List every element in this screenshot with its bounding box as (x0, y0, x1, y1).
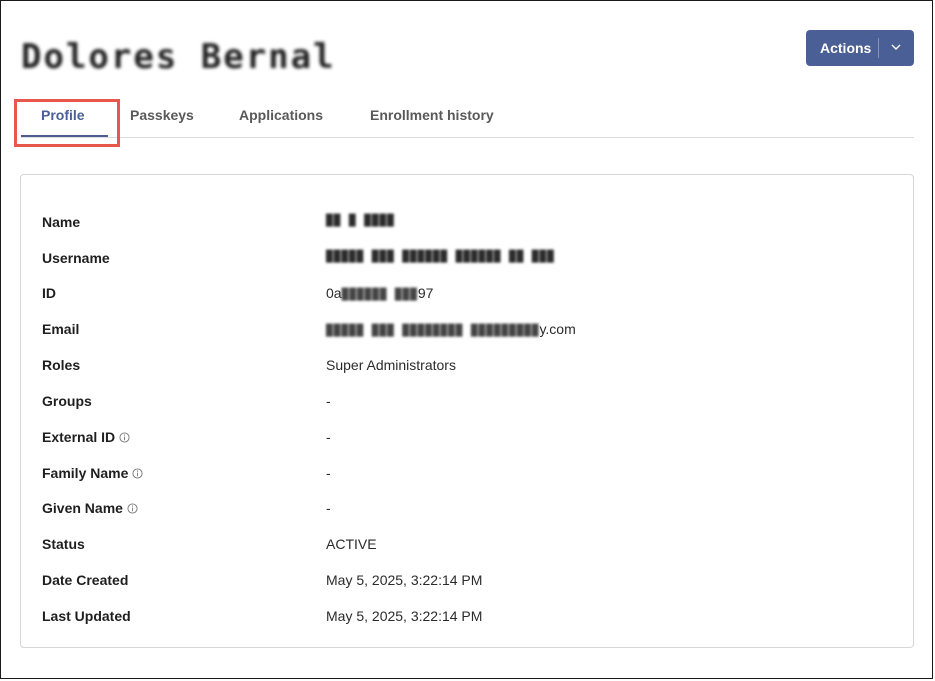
field-label: Status (42, 536, 85, 552)
field-label: Last Updated (42, 608, 131, 624)
tab-passkeys[interactable]: Passkeys (130, 107, 194, 123)
info-icon[interactable] (132, 467, 143, 479)
button-divider (878, 38, 879, 58)
row-last-updated: Last Updated May 5, 2025, 3:22:14 PM (42, 608, 892, 628)
profile-card: Name ██ █ ████ Username █████ ███ ██████… (20, 174, 914, 648)
field-label: ID (42, 285, 56, 301)
chevron-down-icon (891, 44, 901, 50)
window-frame: Dolores Bernal Actions Profile Passkeys … (0, 0, 933, 679)
row-id: ID 0a██████ ███97 (42, 285, 892, 305)
field-value: █████ ███ ██████ ██████ ██ ███ (326, 250, 555, 263)
field-label-wrap: External ID (42, 429, 130, 445)
row-family-name: Family Name - (42, 465, 892, 485)
actions-label: Actions (820, 40, 872, 56)
field-label: Date Created (42, 572, 129, 588)
row-name: Name ██ █ ████ (42, 214, 892, 234)
row-external-id: External ID - (42, 429, 892, 449)
field-label-wrap: Family Name (42, 465, 143, 481)
field-value: - (326, 465, 331, 481)
id-prefix: 0a (326, 285, 342, 301)
actions-button[interactable]: Actions (806, 30, 914, 66)
row-email: Email █████ ███ ████████ █████████y.com (42, 321, 892, 341)
field-label: Given Name (42, 500, 123, 516)
field-value: Super Administrators (326, 357, 456, 373)
field-value: May 5, 2025, 3:22:14 PM (326, 608, 483, 624)
active-tab-indicator (21, 135, 108, 137)
field-value: - (326, 500, 331, 516)
info-icon[interactable] (127, 502, 138, 514)
field-value: - (326, 393, 331, 409)
id-suffix: 97 (417, 285, 434, 301)
page-title: Dolores Bernal (21, 37, 336, 77)
profile-tabs: Profile Passkeys Applications Enrollment… (21, 99, 914, 138)
field-value: - (326, 429, 331, 445)
field-label: Username (42, 250, 110, 266)
tab-profile[interactable]: Profile (41, 107, 85, 123)
row-roles: Roles Super Administrators (42, 357, 892, 377)
field-value: ██ █ ████ (326, 214, 395, 227)
row-given-name: Given Name - (42, 500, 892, 520)
row-groups: Groups - (42, 393, 892, 413)
field-value: May 5, 2025, 3:22:14 PM (326, 572, 483, 588)
id-redacted: ██████ ███ (341, 288, 418, 301)
field-label-wrap: Given Name (42, 500, 138, 516)
row-date-created: Date Created May 5, 2025, 3:22:14 PM (42, 572, 892, 592)
field-value: 0a██████ ███97 (326, 285, 433, 301)
field-label: Roles (42, 357, 81, 373)
info-icon[interactable] (119, 431, 130, 443)
field-label: Name (42, 214, 81, 230)
tab-applications[interactable]: Applications (239, 107, 323, 123)
field-value: ACTIVE (326, 536, 377, 552)
row-status: Status ACTIVE (42, 536, 892, 556)
field-label: External ID (42, 429, 116, 445)
email-suffix: y.com (539, 321, 576, 337)
tab-enrollment-history[interactable]: Enrollment history (370, 107, 494, 123)
row-username: Username █████ ███ ██████ ██████ ██ ███ (42, 250, 892, 270)
email-redacted: █████ ███ ████████ █████████ (326, 324, 540, 337)
field-label: Family Name (42, 465, 129, 481)
field-value: █████ ███ ████████ █████████y.com (326, 321, 576, 337)
field-label: Groups (42, 393, 92, 409)
field-label: Email (42, 321, 80, 337)
